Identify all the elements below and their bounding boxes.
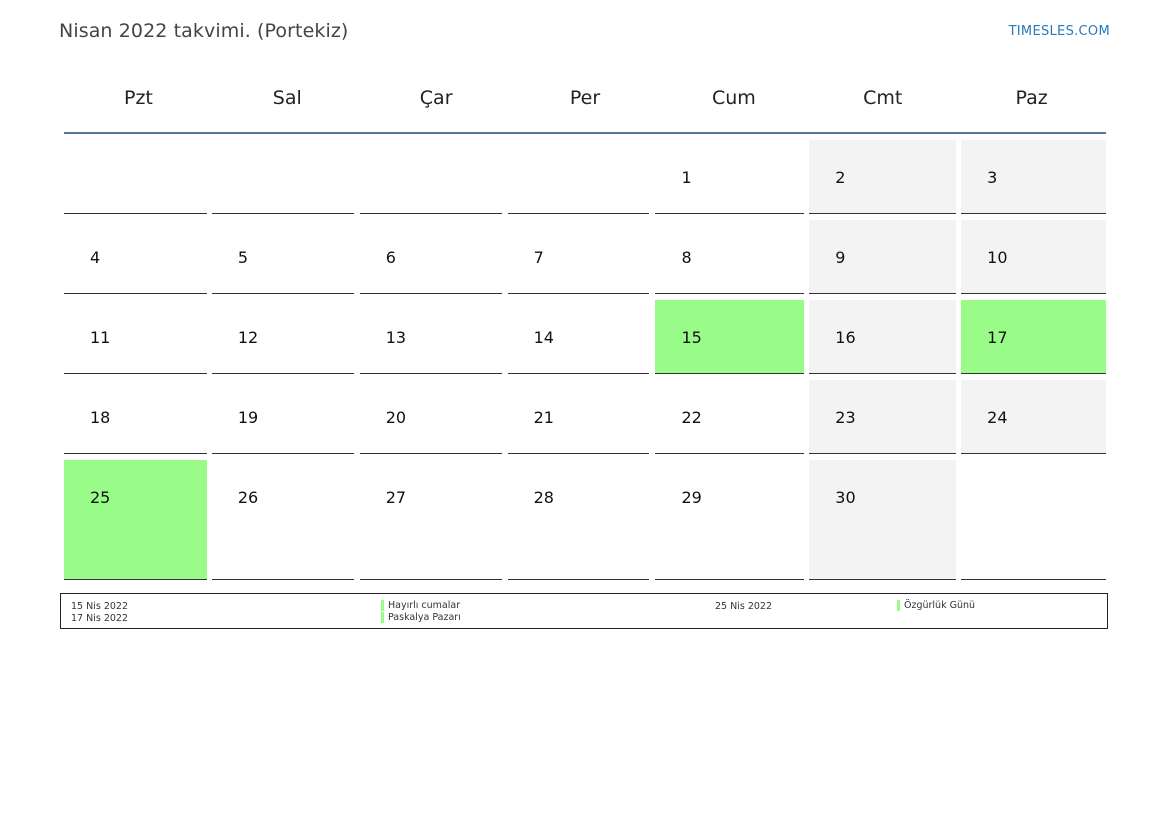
weekday-label: Cum [711, 87, 756, 109]
day-cell[interactable]: 19 [211, 380, 354, 454]
day-cell[interactable]: 5 [211, 220, 354, 294]
empty-day-cell [961, 460, 1107, 580]
week-row: 18 19 20 21 22 23 24 [64, 380, 1107, 460]
day-cell[interactable]: 16 [809, 300, 957, 374]
day-cell[interactable]: 9 [809, 220, 957, 294]
weekday-label: Cmt [863, 87, 903, 109]
day-cell[interactable]: 2 [809, 140, 957, 214]
day-cell[interactable]: 20 [359, 380, 502, 454]
day-cell[interactable]: 3 [961, 140, 1107, 214]
holiday-name: Özgürlük Günü [897, 600, 975, 611]
day-number: 12 [237, 328, 259, 347]
day-number: 11 [90, 328, 111, 347]
weekday-label: Pzt [123, 87, 153, 109]
empty-day-cell [359, 140, 502, 214]
day-cell[interactable]: 23 [809, 380, 957, 454]
day-number: 14 [533, 328, 554, 347]
day-number: 30 [835, 488, 856, 507]
week-row: 25 26 27 28 29 30 [64, 460, 1107, 586]
holiday-name: Hayırlı cumalar [381, 600, 460, 611]
holiday-name: Paskalya Pazarı [381, 612, 461, 623]
weekday-label: Per [569, 87, 601, 109]
day-number: 17 [987, 328, 1008, 347]
day-cell[interactable]: 30 [809, 460, 957, 580]
holiday-day-cell[interactable]: 17 [961, 300, 1107, 374]
day-number: 23 [835, 408, 856, 427]
day-number: 25 [90, 488, 111, 507]
day-number: 24 [987, 408, 1008, 427]
weekday-header: Pzt Sal Çar Per Cum Cmt Paz [64, 80, 1106, 134]
week-row: 4 5 6 7 8 9 10 [64, 220, 1107, 300]
day-number: 29 [681, 488, 702, 507]
weekday-label: Sal [272, 87, 302, 109]
empty-day-cell [64, 140, 207, 214]
weekday-label: Çar [419, 87, 453, 109]
page-title: Nisan 2022 takvimi. (Portekiz) [59, 20, 349, 42]
day-cell[interactable]: 10 [961, 220, 1107, 294]
day-cell[interactable]: 8 [655, 220, 805, 294]
day-cell[interactable]: 6 [359, 220, 502, 294]
day-number: 5 [237, 248, 249, 267]
day-cell[interactable]: 14 [507, 300, 650, 374]
day-number: 2 [835, 168, 846, 187]
day-number: 28 [533, 488, 554, 507]
day-cell[interactable]: 12 [211, 300, 354, 374]
week-row: 11 12 13 14 15 16 17 [64, 300, 1107, 380]
calendar: Pzt Sal Çar Per Cum Cmt Paz 1 2 3 4 5 6 7 8 9 10 1… [64, 80, 1107, 586]
day-number: 3 [987, 168, 998, 187]
weekday-label: Paz [1015, 87, 1048, 109]
day-number: 9 [835, 248, 846, 267]
day-number: 18 [90, 408, 111, 427]
day-number: 8 [681, 248, 692, 267]
day-cell[interactable]: 28 [507, 460, 650, 580]
day-number: 16 [835, 328, 856, 347]
day-number: 19 [237, 408, 259, 427]
day-number: 21 [533, 408, 554, 427]
holiday-date: 25 Nis 2022 [715, 601, 772, 612]
empty-day-cell [211, 140, 354, 214]
day-cell[interactable]: 27 [359, 460, 502, 580]
day-number: 1 [681, 168, 692, 187]
day-number: 6 [385, 248, 396, 267]
day-number: 10 [987, 248, 1008, 267]
day-number: 20 [385, 408, 407, 427]
day-cell[interactable]: 4 [64, 220, 207, 294]
day-cell[interactable]: 21 [507, 380, 650, 454]
holiday-legend: 15 Nis 2022 Hayırlı cumalar 17 Nis 2022 … [60, 593, 1108, 629]
day-cell[interactable]: 13 [359, 300, 502, 374]
holiday-day-cell[interactable]: 15 [655, 300, 805, 374]
day-number: 4 [90, 248, 101, 267]
day-cell[interactable]: 29 [655, 460, 805, 580]
day-number: 13 [385, 328, 407, 347]
holiday-date: 17 Nis 2022 [71, 613, 128, 624]
empty-day-cell [507, 140, 650, 214]
day-number: 26 [237, 488, 259, 507]
day-number: 27 [385, 488, 407, 507]
day-number: 22 [681, 408, 702, 427]
day-number: 15 [681, 328, 702, 347]
day-cell[interactable]: 11 [64, 300, 207, 374]
day-cell[interactable]: 26 [211, 460, 354, 580]
day-number: 7 [533, 248, 544, 267]
day-cell[interactable]: 7 [507, 220, 650, 294]
day-cell[interactable]: 24 [961, 380, 1107, 454]
brand-link[interactable]: TIMESLES.COM [1009, 24, 1110, 39]
day-cell[interactable]: 1 [655, 140, 805, 214]
week-row: 1 2 3 [64, 140, 1107, 220]
day-cell[interactable]: 18 [64, 380, 207, 454]
holiday-date: 15 Nis 2022 [71, 601, 128, 612]
holiday-day-cell[interactable]: 25 [64, 460, 207, 580]
day-cell[interactable]: 22 [655, 380, 805, 454]
day-grid: 1 2 3 4 5 6 7 8 9 10 11 12 13 14 15 16 17 18 19 20 21 22 23 24 2… [64, 140, 1107, 586]
